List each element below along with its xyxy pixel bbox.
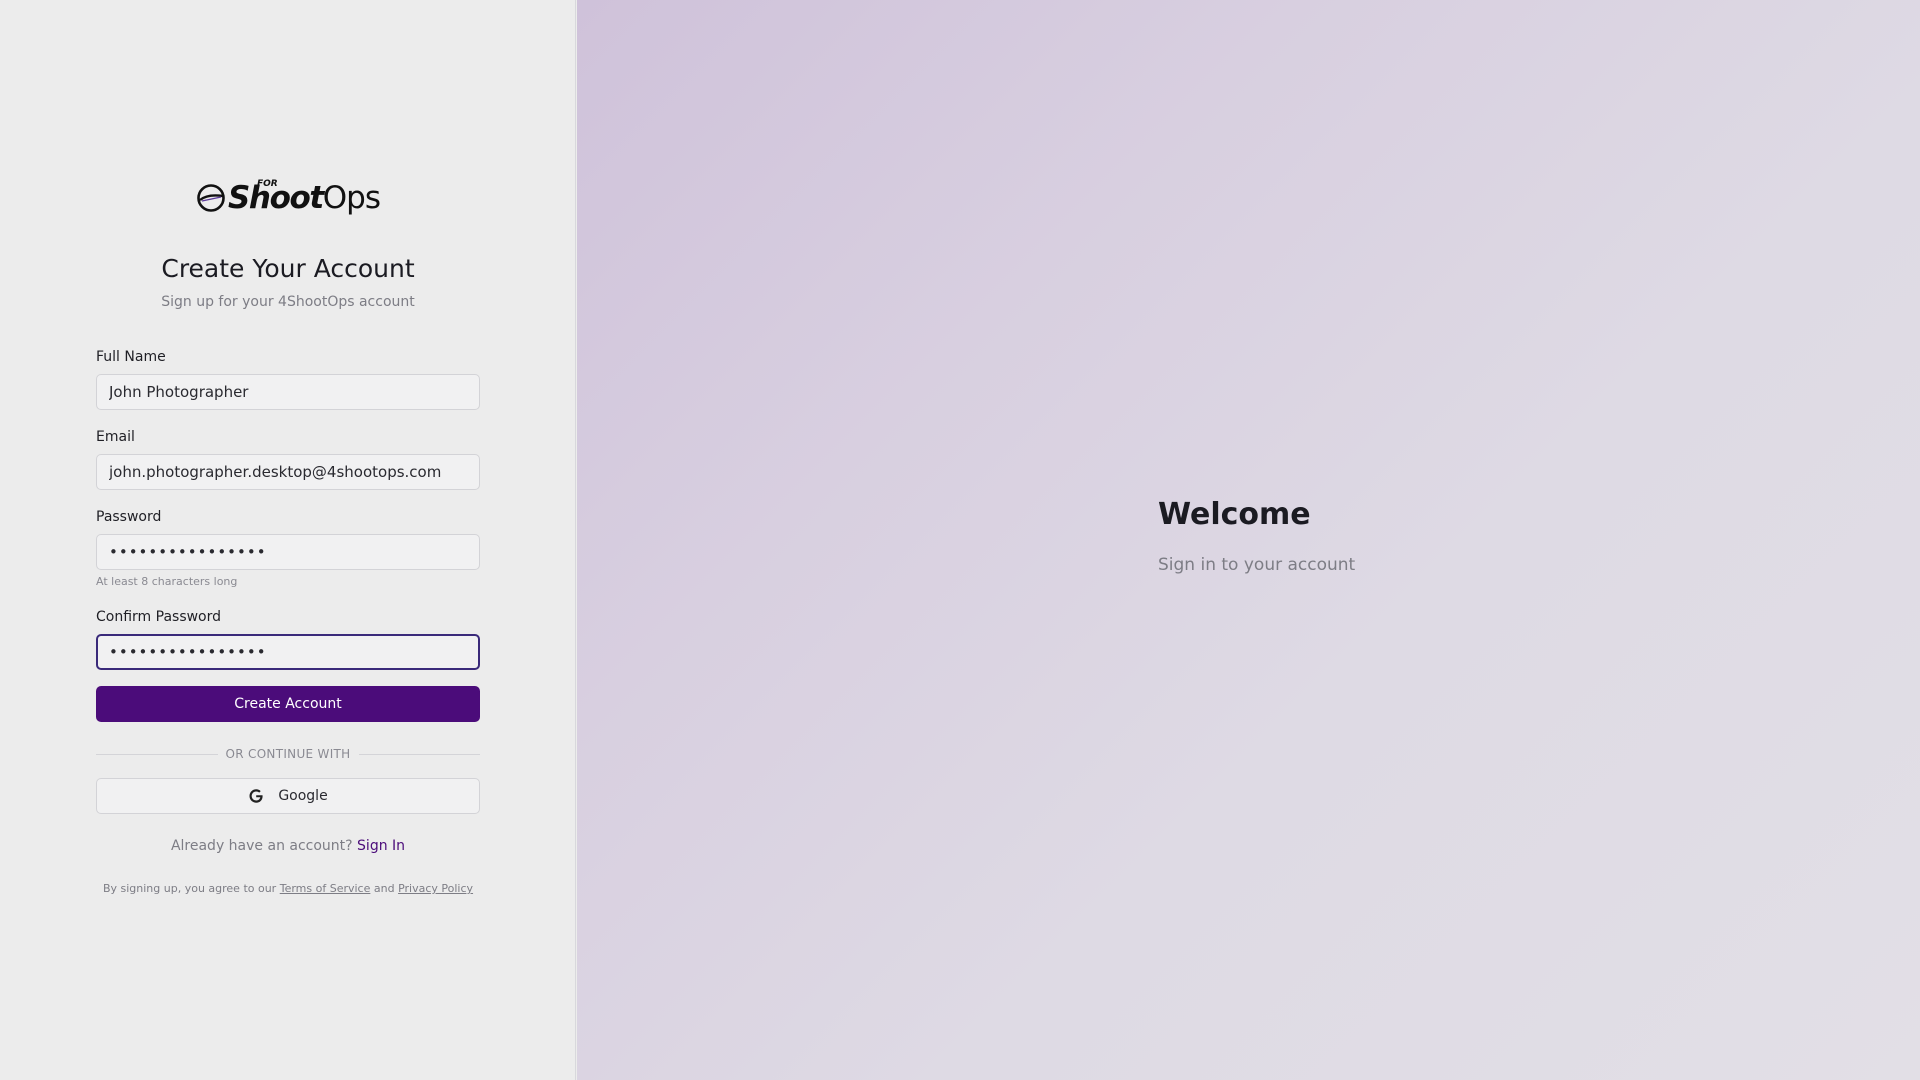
page-subtitle: Sign up for your 4ShootOps account	[161, 294, 415, 310]
divider-line-right	[358, 753, 481, 755]
logo-for: FOR	[256, 179, 278, 189]
confirm-password-label: Confirm Password	[96, 609, 222, 625]
hero-title: Welcome	[1158, 497, 1311, 532]
divider-text: OR CONTINUE WITH	[225, 747, 351, 761]
privacy-policy-link[interactable]: Privacy Policy	[398, 882, 473, 895]
brand-logo: ShootOps FOR	[96, 176, 480, 220]
email-label: Email	[96, 429, 135, 445]
confirm-password-input[interactable]	[96, 634, 480, 670]
or-divider: OR CONTINUE WITH	[96, 744, 481, 764]
email-input[interactable]	[96, 454, 480, 490]
signup-panel: ShootOps FOR Create Your Account Sign up…	[0, 0, 576, 1080]
signup-page: ShootOps FOR Create Your Account Sign up…	[0, 0, 1920, 1080]
legal-prefix: By signing up, you agree to our	[102, 882, 277, 895]
legal-and: and	[373, 882, 395, 895]
hero-subtitle: Sign in to your account	[1158, 555, 1356, 575]
logo-ops: Ops	[322, 180, 381, 216]
google-button-label: Google	[278, 788, 328, 804]
signin-link[interactable]: Sign In	[357, 838, 405, 854]
brand-logo-inner: ShootOps FOR	[196, 176, 381, 220]
signin-row: Already have an account? Sign In	[96, 838, 480, 854]
legal-notice: By signing up, you agree to our Terms of…	[96, 882, 480, 895]
logo-aperture-icon	[197, 184, 225, 212]
create-account-button[interactable]: Create Account	[96, 686, 480, 722]
hero-panel: Welcome Sign in to your account	[577, 0, 1920, 1080]
password-label: Password	[96, 509, 162, 525]
divider-line-left	[96, 753, 218, 755]
signin-prompt: Already have an account?	[170, 838, 353, 854]
google-signin-button[interactable]: Google	[96, 778, 480, 814]
google-g-icon	[249, 789, 263, 803]
terms-of-service-link[interactable]: Terms of Service	[280, 882, 371, 895]
password-input[interactable]	[96, 534, 480, 570]
full-name-input[interactable]	[96, 374, 480, 410]
logo-wordmark: ShootOps	[228, 176, 381, 220]
password-hint: At least 8 characters long	[96, 575, 238, 588]
page-title: Create Your Account	[161, 254, 415, 283]
full-name-label: Full Name	[96, 349, 166, 365]
